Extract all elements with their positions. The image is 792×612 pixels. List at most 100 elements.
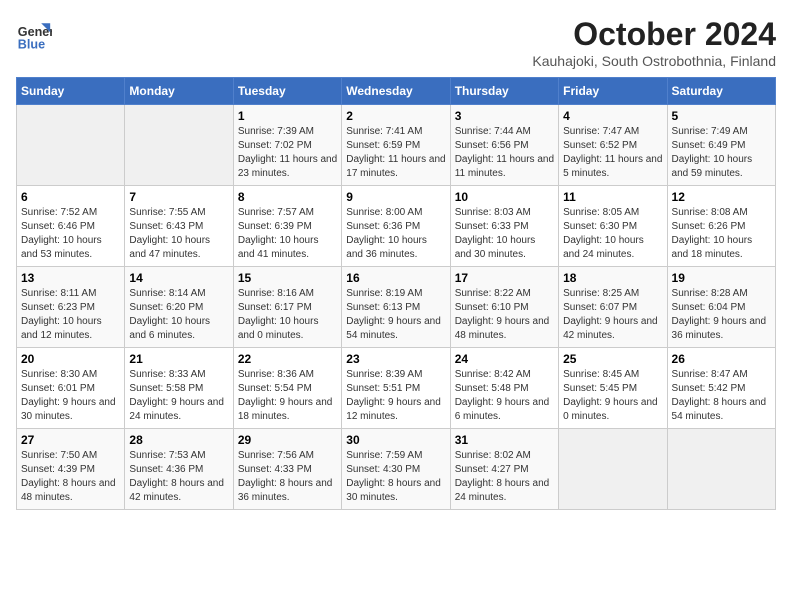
day-info: Sunrise: 7:59 AMSunset: 4:30 PMDaylight:… [346, 449, 445, 505]
day-number: 13 [21, 271, 120, 285]
day-info: Sunrise: 7:53 AMSunset: 4:36 PMDaylight:… [129, 449, 228, 505]
day-number: 3 [455, 109, 554, 123]
day-info: Sunrise: 8:47 AMSunset: 5:42 PMDaylight:… [672, 368, 771, 424]
day-info: Sunrise: 8:42 AMSunset: 5:48 PMDaylight:… [455, 368, 554, 424]
day-number: 12 [672, 190, 771, 204]
calendar-table: SundayMondayTuesdayWednesdayThursdayFrid… [16, 77, 776, 510]
calendar-cell: 14 Sunrise: 8:14 AMSunset: 6:20 PMDayligh… [125, 267, 233, 348]
day-number: 24 [455, 352, 554, 366]
day-info: Sunrise: 8:30 AMSunset: 6:01 PMDaylight:… [21, 368, 120, 424]
calendar-cell: 26 Sunrise: 8:47 AMSunset: 5:42 PMDayligh… [667, 348, 775, 429]
day-info: Sunrise: 7:57 AMSunset: 6:39 PMDaylight:… [238, 206, 337, 262]
weekday-header-thursday: Thursday [450, 78, 558, 105]
calendar-cell: 13 Sunrise: 8:11 AMSunset: 6:23 PMDayligh… [17, 267, 125, 348]
calendar-cell: 25 Sunrise: 8:45 AMSunset: 5:45 PMDayligh… [559, 348, 667, 429]
day-number: 17 [455, 271, 554, 285]
day-info: Sunrise: 7:47 AMSunset: 6:52 PMDaylight:… [563, 125, 662, 181]
day-number: 23 [346, 352, 445, 366]
calendar-cell [667, 429, 775, 510]
calendar-subtitle: Kauhajoki, South Ostrobothnia, Finland [532, 53, 776, 69]
day-number: 9 [346, 190, 445, 204]
day-info: Sunrise: 8:33 AMSunset: 5:58 PMDaylight:… [129, 368, 228, 424]
day-number: 31 [455, 433, 554, 447]
day-number: 5 [672, 109, 771, 123]
weekday-header-sunday: Sunday [17, 78, 125, 105]
day-number: 22 [238, 352, 337, 366]
calendar-week-5: 27 Sunrise: 7:50 AMSunset: 4:39 PMDayligh… [17, 429, 776, 510]
calendar-cell: 27 Sunrise: 7:50 AMSunset: 4:39 PMDayligh… [17, 429, 125, 510]
day-number: 27 [21, 433, 120, 447]
day-number: 20 [21, 352, 120, 366]
day-number: 28 [129, 433, 228, 447]
calendar-cell: 24 Sunrise: 8:42 AMSunset: 5:48 PMDayligh… [450, 348, 558, 429]
logo-icon: General Blue [16, 16, 52, 52]
calendar-cell: 20 Sunrise: 8:30 AMSunset: 6:01 PMDayligh… [17, 348, 125, 429]
day-info: Sunrise: 8:28 AMSunset: 6:04 PMDaylight:… [672, 287, 771, 343]
day-number: 15 [238, 271, 337, 285]
calendar-week-2: 6 Sunrise: 7:52 AMSunset: 6:46 PMDaylight… [17, 186, 776, 267]
day-info: Sunrise: 8:11 AMSunset: 6:23 PMDaylight:… [21, 287, 120, 343]
calendar-cell: 3Sunrise: 7:44 AMSunset: 6:56 PMDaylight… [450, 105, 558, 186]
weekday-header-saturday: Saturday [667, 78, 775, 105]
calendar-cell: 29 Sunrise: 7:56 AMSunset: 4:33 PMDayligh… [233, 429, 341, 510]
day-number: 18 [563, 271, 662, 285]
day-info: Sunrise: 7:41 AMSunset: 6:59 PMDaylight:… [346, 125, 445, 181]
logo: General Blue [16, 16, 52, 52]
calendar-cell: 21 Sunrise: 8:33 AMSunset: 5:58 PMDayligh… [125, 348, 233, 429]
day-number: 25 [563, 352, 662, 366]
day-number: 4 [563, 109, 662, 123]
calendar-cell [125, 105, 233, 186]
day-number: 29 [238, 433, 337, 447]
calendar-cell: 28 Sunrise: 7:53 AMSunset: 4:36 PMDayligh… [125, 429, 233, 510]
day-number: 19 [672, 271, 771, 285]
day-info: Sunrise: 7:52 AMSunset: 6:46 PMDaylight:… [21, 206, 120, 262]
day-info: Sunrise: 7:50 AMSunset: 4:39 PMDaylight:… [21, 449, 120, 505]
calendar-cell: 10 Sunrise: 8:03 AMSunset: 6:33 PMDayligh… [450, 186, 558, 267]
calendar-cell: 11Sunrise: 8:05 AMSunset: 6:30 PMDayligh… [559, 186, 667, 267]
day-number: 6 [21, 190, 120, 204]
calendar-cell: 19 Sunrise: 8:28 AMSunset: 6:04 PMDayligh… [667, 267, 775, 348]
day-info: Sunrise: 8:00 AMSunset: 6:36 PMDaylight:… [346, 206, 445, 262]
day-number: 7 [129, 190, 228, 204]
weekday-header-wednesday: Wednesday [342, 78, 450, 105]
svg-text:Blue: Blue [18, 37, 45, 51]
day-info: Sunrise: 8:02 AMSunset: 4:27 PMDaylight:… [455, 449, 554, 505]
calendar-cell: 9 Sunrise: 8:00 AMSunset: 6:36 PMDaylight… [342, 186, 450, 267]
day-info: Sunrise: 8:25 AMSunset: 6:07 PMDaylight:… [563, 287, 662, 343]
day-info: Sunrise: 7:55 AMSunset: 6:43 PMDaylight:… [129, 206, 228, 262]
day-number: 14 [129, 271, 228, 285]
weekday-header-friday: Friday [559, 78, 667, 105]
day-number: 21 [129, 352, 228, 366]
day-number: 16 [346, 271, 445, 285]
page-header: General Blue October 2024 Kauhajoki, Sou… [16, 16, 776, 69]
day-number: 1 [238, 109, 337, 123]
day-info: Sunrise: 8:03 AMSunset: 6:33 PMDaylight:… [455, 206, 554, 262]
weekday-header-row: SundayMondayTuesdayWednesdayThursdayFrid… [17, 78, 776, 105]
day-info: Sunrise: 8:16 AMSunset: 6:17 PMDaylight:… [238, 287, 337, 343]
calendar-cell: 7 Sunrise: 7:55 AMSunset: 6:43 PMDaylight… [125, 186, 233, 267]
calendar-week-1: 1Sunrise: 7:39 AMSunset: 7:02 PMDaylight… [17, 105, 776, 186]
day-info: Sunrise: 8:14 AMSunset: 6:20 PMDaylight:… [129, 287, 228, 343]
day-info: Sunrise: 8:45 AMSunset: 5:45 PMDaylight:… [563, 368, 662, 424]
calendar-cell [17, 105, 125, 186]
calendar-cell: 1Sunrise: 7:39 AMSunset: 7:02 PMDaylight… [233, 105, 341, 186]
day-number: 8 [238, 190, 337, 204]
calendar-cell [559, 429, 667, 510]
day-number: 11 [563, 190, 662, 204]
day-info: Sunrise: 8:36 AMSunset: 5:54 PMDaylight:… [238, 368, 337, 424]
day-info: Sunrise: 7:56 AMSunset: 4:33 PMDaylight:… [238, 449, 337, 505]
calendar-cell: 16 Sunrise: 8:19 AMSunset: 6:13 PMDayligh… [342, 267, 450, 348]
calendar-cell: 2Sunrise: 7:41 AMSunset: 6:59 PMDaylight… [342, 105, 450, 186]
calendar-week-3: 13 Sunrise: 8:11 AMSunset: 6:23 PMDayligh… [17, 267, 776, 348]
weekday-header-monday: Monday [125, 78, 233, 105]
day-info: Sunrise: 8:22 AMSunset: 6:10 PMDaylight:… [455, 287, 554, 343]
weekday-header-tuesday: Tuesday [233, 78, 341, 105]
day-number: 26 [672, 352, 771, 366]
calendar-cell: 23Sunrise: 8:39 AMSunset: 5:51 PMDayligh… [342, 348, 450, 429]
calendar-cell: 8 Sunrise: 7:57 AMSunset: 6:39 PMDaylight… [233, 186, 341, 267]
day-info: Sunrise: 7:49 AMSunset: 6:49 PMDaylight:… [672, 125, 771, 181]
calendar-title: October 2024 [532, 16, 776, 53]
day-info: Sunrise: 8:19 AMSunset: 6:13 PMDaylight:… [346, 287, 445, 343]
calendar-cell: 17 Sunrise: 8:22 AMSunset: 6:10 PMDayligh… [450, 267, 558, 348]
day-number: 10 [455, 190, 554, 204]
